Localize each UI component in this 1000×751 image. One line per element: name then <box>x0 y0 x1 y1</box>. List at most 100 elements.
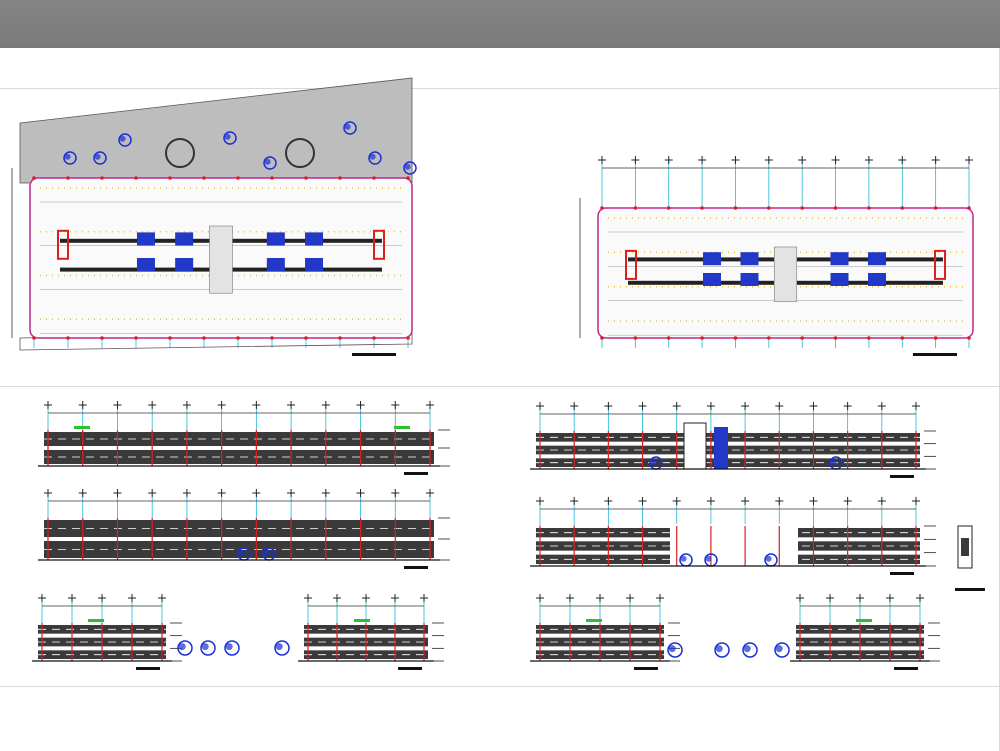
core-block <box>266 258 285 271</box>
tree-symbol <box>650 458 657 465</box>
core-elevation <box>683 422 707 470</box>
section-side-a <box>530 594 680 670</box>
column-dot <box>733 206 738 210</box>
column-dot <box>900 206 905 210</box>
core-block <box>175 232 194 246</box>
core-block <box>266 232 285 246</box>
column-dot <box>633 336 638 340</box>
scale-bar <box>955 588 985 591</box>
scale-bar <box>890 572 914 575</box>
core-block <box>830 252 849 266</box>
tree-symbol <box>225 643 233 651</box>
tree-symbol <box>178 643 186 651</box>
tree-symbol <box>264 158 271 165</box>
scale-bar <box>890 475 914 478</box>
core-block <box>740 273 759 286</box>
core-block <box>305 232 324 246</box>
column-dot <box>66 176 70 180</box>
elevation-side-a <box>32 594 182 670</box>
tree-symbol <box>201 643 209 651</box>
column-dot <box>933 206 938 210</box>
column-dot <box>304 336 308 340</box>
column-dot <box>270 176 274 180</box>
column-dot <box>202 336 206 340</box>
column-dot <box>168 176 172 180</box>
scale-bar <box>913 353 957 356</box>
column-dot <box>134 336 138 340</box>
column-dot <box>236 176 240 180</box>
plan-typical <box>579 156 974 356</box>
column-dot <box>800 336 804 340</box>
column-dot <box>666 336 671 340</box>
core-block <box>136 258 155 271</box>
column-dot <box>406 336 410 340</box>
column-dot <box>733 336 738 340</box>
core-block <box>740 252 759 266</box>
cad-drawing[interactable] <box>0 48 1000 751</box>
core-block <box>136 232 155 246</box>
tree-symbol <box>715 645 723 653</box>
green-accent <box>354 619 370 622</box>
green-accent <box>856 619 872 622</box>
column-dot <box>406 176 410 180</box>
column-dot <box>700 336 704 340</box>
column-dot <box>372 176 376 180</box>
column-dot <box>372 336 376 340</box>
core-block <box>305 258 324 271</box>
column-dot <box>700 206 704 210</box>
viewer-toolbar <box>0 0 1000 48</box>
core-block <box>868 252 886 266</box>
column-dot <box>168 336 172 340</box>
column-dot <box>100 336 104 340</box>
column-dot <box>66 336 70 340</box>
tree-symbol <box>119 135 126 142</box>
site-area <box>19 77 413 184</box>
column-dot <box>967 336 971 340</box>
green-accent <box>74 426 90 429</box>
tree-symbol <box>344 123 351 130</box>
tree-symbol <box>275 643 283 651</box>
plan-site <box>11 77 417 356</box>
column-dot <box>600 336 604 340</box>
core-block <box>830 273 849 286</box>
tree-symbol <box>743 645 751 653</box>
detail-fill <box>961 538 969 556</box>
core-block <box>175 258 194 271</box>
column-dot <box>100 176 104 180</box>
column-dot <box>236 336 240 340</box>
tree-symbol <box>668 645 676 653</box>
scale-bar <box>352 353 396 356</box>
column-dot <box>800 206 804 210</box>
column-dot <box>767 336 771 340</box>
column-dot <box>270 336 274 340</box>
column-dot <box>967 206 971 210</box>
column-dot <box>900 336 905 340</box>
central-court <box>209 225 233 294</box>
column-dot <box>633 206 638 210</box>
column-dot <box>304 176 308 180</box>
column-dot <box>338 176 342 180</box>
landscape-trees <box>177 640 790 658</box>
tree-symbol <box>765 555 772 562</box>
column-dot <box>767 206 771 210</box>
section-longitudinal <box>38 489 450 569</box>
column-dot <box>867 206 871 210</box>
tree-symbol <box>64 153 71 160</box>
section-ramps <box>530 497 936 575</box>
column-dot <box>666 206 671 210</box>
elevation-front <box>38 401 450 475</box>
tree-symbol <box>238 549 245 556</box>
section-side-b <box>790 594 940 670</box>
column-dot <box>32 176 36 180</box>
detail-small <box>955 525 985 591</box>
tree-symbol <box>263 549 270 556</box>
central-court <box>773 246 798 302</box>
column-dot <box>134 176 138 180</box>
tree-symbol <box>369 153 376 160</box>
scale-bar <box>894 667 918 670</box>
core-elevation <box>714 427 728 469</box>
column-dot <box>833 206 838 210</box>
tree-symbol <box>705 555 712 562</box>
tree-symbol <box>224 133 231 140</box>
column-dot <box>338 336 342 340</box>
